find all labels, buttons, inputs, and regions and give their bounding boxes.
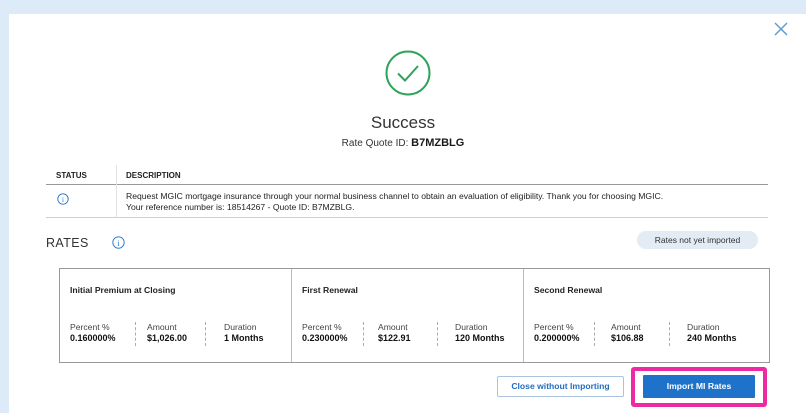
rate-duration-label: Duration bbox=[224, 322, 257, 332]
rate-column-second-renewal: Second Renewal Percent % 0.200000% Amoun… bbox=[523, 269, 769, 362]
rate-percent-value: 0.160000% bbox=[70, 333, 116, 343]
rate-amount: Amount $106.88 bbox=[611, 322, 644, 344]
rate-amount-label: Amount bbox=[147, 322, 177, 332]
status-description: Request MGIC mortgage insurance through … bbox=[126, 191, 766, 213]
rate-amount: Amount $1,026.00 bbox=[147, 322, 187, 344]
status-table-header: STATUS DESCRIPTION bbox=[46, 165, 768, 185]
rate-quote-label: Rate Quote ID: bbox=[341, 138, 409, 149]
cell-divider bbox=[437, 322, 438, 346]
modal-title: Success bbox=[370, 113, 436, 132]
rate-amount: Amount $122.91 bbox=[378, 322, 411, 344]
info-icon[interactable]: i bbox=[57, 193, 69, 205]
rate-duration-label: Duration bbox=[687, 322, 720, 332]
cell-divider bbox=[669, 322, 670, 346]
rate-amount-value: $122.91 bbox=[378, 333, 411, 343]
svg-text:i: i bbox=[117, 239, 120, 248]
rate-amount-value: $1,026.00 bbox=[147, 333, 188, 343]
rate-percent-value: 0.200000% bbox=[534, 333, 580, 343]
row-divider bbox=[46, 217, 768, 218]
column-divider bbox=[116, 165, 117, 217]
rate-quote-value: B7MZBLG bbox=[411, 137, 465, 149]
cell-divider bbox=[594, 322, 595, 346]
info-icon[interactable]: i bbox=[112, 236, 125, 249]
rate-percent-value: 0.230000% bbox=[302, 333, 348, 343]
rate-duration-value: 1 Months bbox=[224, 333, 264, 343]
cell-divider bbox=[363, 322, 364, 346]
rate-amount-value: $106.88 bbox=[611, 333, 644, 343]
rates-heading: RATES bbox=[46, 236, 89, 250]
rate-duration: Duration 1 Months bbox=[224, 322, 264, 344]
rate-percent-label: Percent % bbox=[302, 322, 342, 332]
rate-column-title: Initial Premium at Closing bbox=[70, 285, 176, 295]
rate-quote-id: Rate Quote ID: B7MZBLG bbox=[0, 137, 806, 149]
rates-status-badge: Rates not yet imported bbox=[637, 231, 758, 249]
rate-amount-label: Amount bbox=[378, 322, 408, 332]
import-mi-rates-button[interactable]: Import MI Rates bbox=[643, 375, 755, 398]
status-table: STATUS DESCRIPTION i Request MGIC mortga… bbox=[46, 165, 768, 218]
rate-duration-value: 120 Months bbox=[455, 333, 505, 343]
rate-duration-label: Duration bbox=[455, 322, 488, 332]
rate-percent: Percent % 0.200000% bbox=[534, 322, 580, 344]
cell-divider bbox=[205, 322, 206, 346]
description-line: Request MGIC mortgage insurance through … bbox=[126, 191, 664, 201]
rate-column-first-renewal: First Renewal Percent % 0.230000% Amount… bbox=[291, 269, 523, 362]
rate-duration: Duration 240 Months bbox=[687, 322, 737, 344]
rate-column-title: Second Renewal bbox=[534, 285, 603, 295]
close-without-importing-button[interactable]: Close without Importing bbox=[497, 376, 624, 397]
check-circle-icon bbox=[385, 50, 431, 96]
description-header: DESCRIPTION bbox=[126, 171, 181, 180]
svg-text:i: i bbox=[62, 196, 64, 204]
status-header: STATUS bbox=[56, 171, 87, 180]
rate-column-initial-premium: Initial Premium at Closing Percent % 0.1… bbox=[60, 269, 291, 362]
description-line: Your reference number is: 18514267 - Quo… bbox=[126, 202, 355, 212]
rates-panel: Initial Premium at Closing Percent % 0.1… bbox=[59, 268, 770, 363]
rate-percent-label: Percent % bbox=[534, 322, 574, 332]
rate-amount-label: Amount bbox=[611, 322, 641, 332]
rate-duration: Duration 120 Months bbox=[455, 322, 505, 344]
close-icon[interactable] bbox=[772, 20, 790, 38]
cell-divider bbox=[135, 322, 136, 346]
rate-percent-label: Percent % bbox=[70, 322, 110, 332]
rate-percent: Percent % 0.160000% bbox=[70, 322, 116, 344]
rate-percent: Percent % 0.230000% bbox=[302, 322, 348, 344]
rate-duration-value: 240 Months bbox=[687, 333, 737, 343]
rate-column-title: First Renewal bbox=[302, 285, 358, 295]
